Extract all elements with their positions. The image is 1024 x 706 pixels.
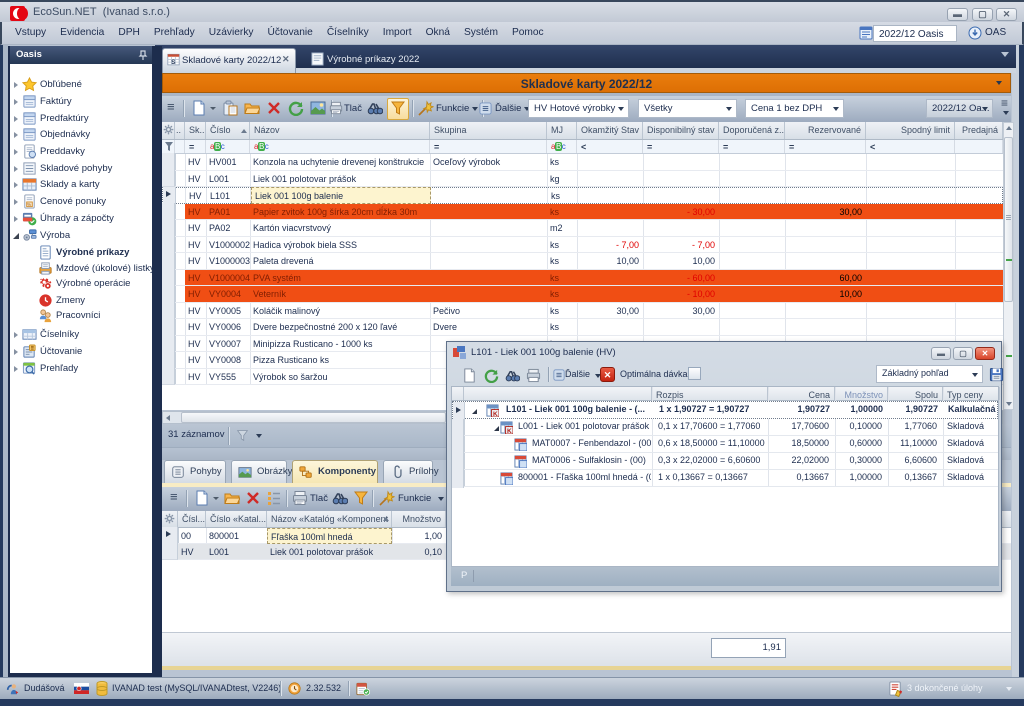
svg-text:K: K xyxy=(493,411,498,417)
svg-text:%: % xyxy=(27,202,31,207)
svg-text:K: K xyxy=(507,428,512,434)
svg-text:S: S xyxy=(171,59,176,66)
